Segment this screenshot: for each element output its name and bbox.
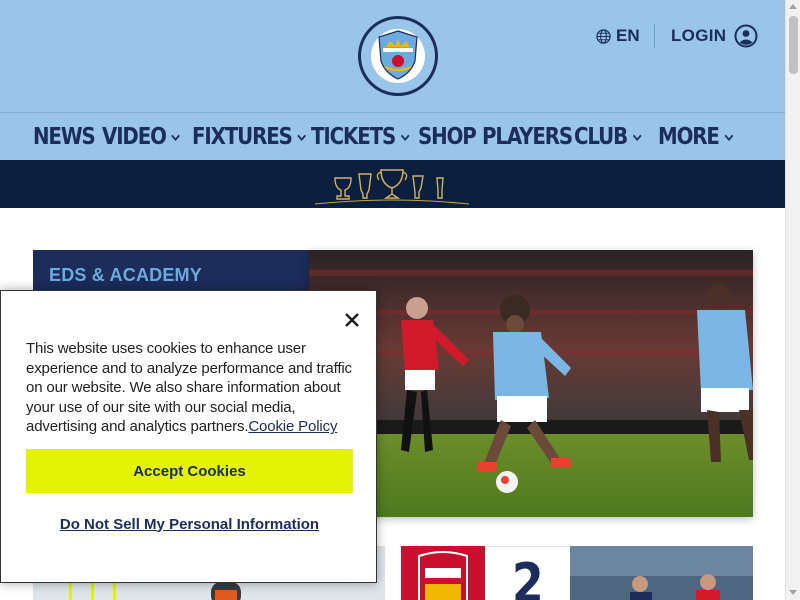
cookie-consent-dialog: This website uses cookies to enhance use… (0, 290, 377, 583)
nav-item-players[interactable]: PLAYERS (482, 113, 573, 161)
nav-item-label: MORE (658, 124, 720, 150)
trophies-icon[interactable] (313, 162, 471, 206)
match-photo[interactable] (570, 546, 753, 600)
nav-item-video[interactable]: VIDEO (102, 113, 181, 161)
do-not-sell-button[interactable]: Do Not Sell My Personal Information (26, 509, 353, 539)
scrollbar-thumb[interactable] (789, 16, 798, 74)
header-divider (654, 24, 655, 48)
man-utd-crest-icon (401, 546, 485, 600)
accept-cookies-button[interactable]: Accept Cookies (26, 449, 353, 493)
chevron-down-icon (632, 134, 642, 141)
nav-item-label: FIXTURES (192, 124, 293, 150)
hero-category[interactable]: EDS & ACADEMY (49, 265, 202, 286)
nav-item-more[interactable]: MORE (658, 113, 734, 161)
score-value: 2 (511, 552, 544, 600)
nav-item-label: NEWS (33, 124, 96, 150)
nav-item-label: CLUB (574, 124, 628, 150)
scroll-up-arrow-icon[interactable] (789, 4, 797, 9)
nav-item-fixtures[interactable]: FIXTURES (192, 113, 307, 161)
nav-item-label: TICKETS (311, 124, 396, 150)
main-nav: NEWS VIDEO FIXTURES TICKETS SHOP PLAYERS… (0, 112, 785, 160)
page-scrollbar[interactable] (785, 0, 800, 600)
chevron-down-icon (297, 134, 306, 141)
nav-item-news[interactable]: NEWS (33, 113, 96, 161)
cookie-message: This website uses cookies to enhance use… (26, 339, 356, 437)
nav-item-shop[interactable]: SHOP (418, 113, 477, 161)
user-circle-icon (734, 24, 758, 48)
login-button[interactable]: LOGIN (671, 24, 758, 48)
chevron-down-icon (171, 134, 181, 141)
chevron-down-icon (724, 134, 733, 141)
language-label: EN (616, 26, 640, 45)
nav-item-label: VIDEO (102, 124, 167, 150)
nav-item-label: SHOP (418, 124, 477, 150)
man-city-crest-icon[interactable] (357, 15, 439, 97)
cookie-policy-link[interactable]: Cookie Policy (248, 418, 337, 435)
page: EN LOGIN NEWS VIDEO FIXTURES TICKETS SHO… (0, 0, 800, 600)
chevron-down-icon (400, 134, 410, 141)
nav-item-tickets[interactable]: TICKETS (311, 113, 411, 161)
nav-item-club[interactable]: CLUB (574, 113, 643, 161)
language-selector[interactable]: EN (596, 25, 640, 47)
globe-icon (596, 28, 611, 44)
nav-item-label: PLAYERS (482, 124, 573, 150)
close-icon[interactable] (342, 310, 362, 330)
scroll-down-arrow-icon[interactable] (789, 590, 797, 595)
login-label: LOGIN (671, 26, 727, 45)
